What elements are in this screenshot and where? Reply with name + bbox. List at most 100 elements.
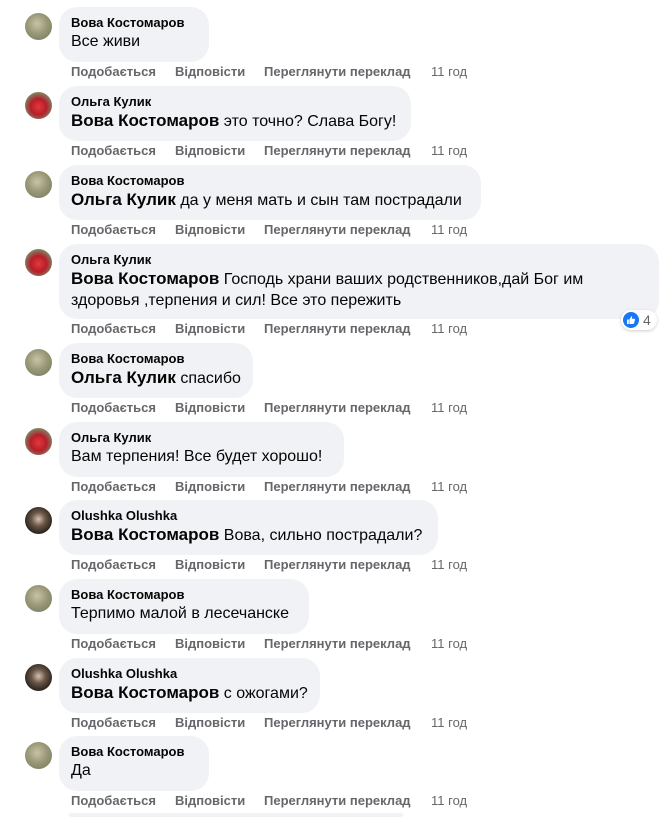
like-button[interactable]: Подобається [71,400,175,416]
comment-timestamp[interactable]: 11 год [431,636,467,652]
like-button[interactable]: Подобається [71,143,175,159]
like-icon [623,312,639,328]
see-translation-link[interactable]: Переглянути переклад [264,715,431,731]
see-translation-link[interactable]: Переглянути переклад [264,400,431,416]
comment-author[interactable]: Вова Костомаров [71,351,241,367]
avatar[interactable] [25,585,52,612]
comment-body: спасибо [175,370,241,387]
comment-actions: Подобається Відповісти Переглянути перекла… [71,793,467,809]
like-button[interactable]: Подобається [71,557,175,573]
like-button[interactable]: Подобається [71,321,175,337]
comment-timestamp[interactable]: 11 год [431,715,467,731]
avatar[interactable] [25,92,52,119]
avatar[interactable] [25,171,52,198]
comment-timestamp[interactable]: 11 год [431,143,467,159]
comment-text: Ольга Кулик да у меня мать и сын там пос… [71,189,469,211]
comment-author[interactable]: Вова Костомаров [71,15,197,31]
like-button[interactable]: Подобається [71,793,175,809]
reply-button[interactable]: Відповісти [175,557,264,573]
avatar[interactable] [25,664,52,691]
comment-actions: Подобається Відповісти Переглянути перекла… [71,222,467,238]
reply-button[interactable]: Відповісти [175,143,264,159]
comment-timestamp[interactable]: 11 год [431,400,467,416]
comment-text: Ольга Кулик спасибо [71,367,241,389]
comment-bubble: Ольга Кулик Вова Костомаров это точно? С… [59,86,411,141]
comment-timestamp[interactable]: 11 год [431,222,467,238]
see-translation-link[interactable]: Переглянути переклад [264,557,431,573]
comment-timestamp[interactable]: 11 год [431,321,467,337]
reply-button[interactable]: Відповісти [175,400,264,416]
comment-author[interactable]: Вова Костомаров [71,587,297,603]
comment-timestamp[interactable]: 11 год [431,479,467,495]
like-button[interactable]: Подобається [71,636,175,652]
comment-timestamp[interactable]: 11 год [431,557,467,573]
reply-button[interactable]: Відповісти [175,222,264,238]
comment-bubble: Ольга Кулик Вам терпения! Все будет хоро… [59,422,344,477]
like-button[interactable]: Подобається [71,222,175,238]
comment-author[interactable]: Ольга Кулик [71,430,332,446]
mention-link[interactable]: Ольга Кулик [71,190,176,209]
comment-author[interactable]: Вова Костомаров [71,173,469,189]
see-translation-link[interactable]: Переглянути переклад [264,64,431,80]
mention-link[interactable]: Вова Костомаров [71,269,219,288]
comment-bubble: Вова Костомаров Все живи [59,7,209,62]
comment-author[interactable]: Olushka Olushka [71,508,426,524]
avatar[interactable] [25,13,52,40]
comment-actions: Подобається Відповісти Переглянути перекла… [71,64,467,80]
comment-body: Все живи [71,33,141,50]
comment-timestamp[interactable]: 11 год [431,793,467,809]
next-comment-edge [69,813,403,817]
comment-body: Вам терпения! Все будет хорошо! [71,448,323,465]
mention-link[interactable]: Вова Костомаров [71,683,219,702]
comment-author[interactable]: Ольга Кулик [71,252,647,268]
mention-link[interactable]: Вова Костомаров [71,525,219,544]
comment-text: Вова Костомаров Господь храни ваших родс… [71,268,647,311]
see-translation-link[interactable]: Переглянути переклад [264,636,431,652]
like-button[interactable]: Подобається [71,715,175,731]
reply-button[interactable]: Відповісти [175,479,264,495]
comment-text: Вова Костомаров с ожогами? [71,682,308,704]
comment-actions: Подобається Відповісти Переглянути перекла… [71,715,467,731]
like-button[interactable]: Подобається [71,64,175,80]
reply-button[interactable]: Відповісти [175,321,264,337]
see-translation-link[interactable]: Переглянути переклад [264,321,431,337]
comment-timestamp[interactable]: 11 год [431,64,467,80]
see-translation-link[interactable]: Переглянути переклад [264,222,431,238]
comment-author[interactable]: Ольга Кулик [71,94,399,110]
comment-author[interactable]: Вова Костомаров [71,744,197,760]
reaction-count[interactable]: 4 [621,310,657,330]
comment-actions: Подобається Відповісти Переглянути перекла… [71,400,467,416]
comment-actions: Подобається Відповісти Переглянути перекла… [71,143,467,159]
see-translation-link[interactable]: Переглянути переклад [264,479,431,495]
avatar[interactable] [25,349,52,376]
reply-button[interactable]: Відповісти [175,715,264,731]
reply-button[interactable]: Відповісти [175,64,264,80]
comment-actions: Подобається Відповісти Переглянути перекла… [71,557,467,573]
comment-actions: Подобається Відповісти Переглянути перекла… [71,636,467,652]
comment-body: это точно? Слава Богу! [219,113,397,130]
comment-body: да у меня мать и сын там пострадали [175,192,462,209]
see-translation-link[interactable]: Переглянути переклад [264,143,431,159]
reply-button[interactable]: Відповісти [175,793,264,809]
comment-body: Да [71,762,91,779]
comment-author[interactable]: Olushka Olushka [71,666,308,682]
avatar[interactable] [25,507,52,534]
comment-bubble: Вова Костомаров Терпимо малой в лесечанс… [59,579,309,634]
reply-button[interactable]: Відповісти [175,636,264,652]
see-translation-link[interactable]: Переглянути переклад [264,793,431,809]
mention-link[interactable]: Вова Костомаров [71,111,219,130]
like-button[interactable]: Подобається [71,479,175,495]
comment-body: Вова, сильно пострадали? [219,527,423,544]
comment-text: Да [71,760,197,781]
avatar[interactable] [25,428,52,455]
comment-text: Вам терпения! Все будет хорошо! [71,446,332,467]
comment-bubble: Вова Костомаров Да [59,736,209,791]
comment-text: Вова Костомаров Вова, сильно пострадали? [71,524,426,546]
comment-text: Вова Костомаров это точно? Слава Богу! [71,110,399,132]
avatar[interactable] [25,742,52,769]
mention-link[interactable]: Ольга Кулик [71,368,176,387]
reaction-count-number: 4 [643,312,651,328]
avatar[interactable] [25,249,52,276]
comment-bubble: Olushka Olushka Вова Костомаров с ожогам… [59,658,320,713]
comment-body: с ожогами? [219,685,308,702]
